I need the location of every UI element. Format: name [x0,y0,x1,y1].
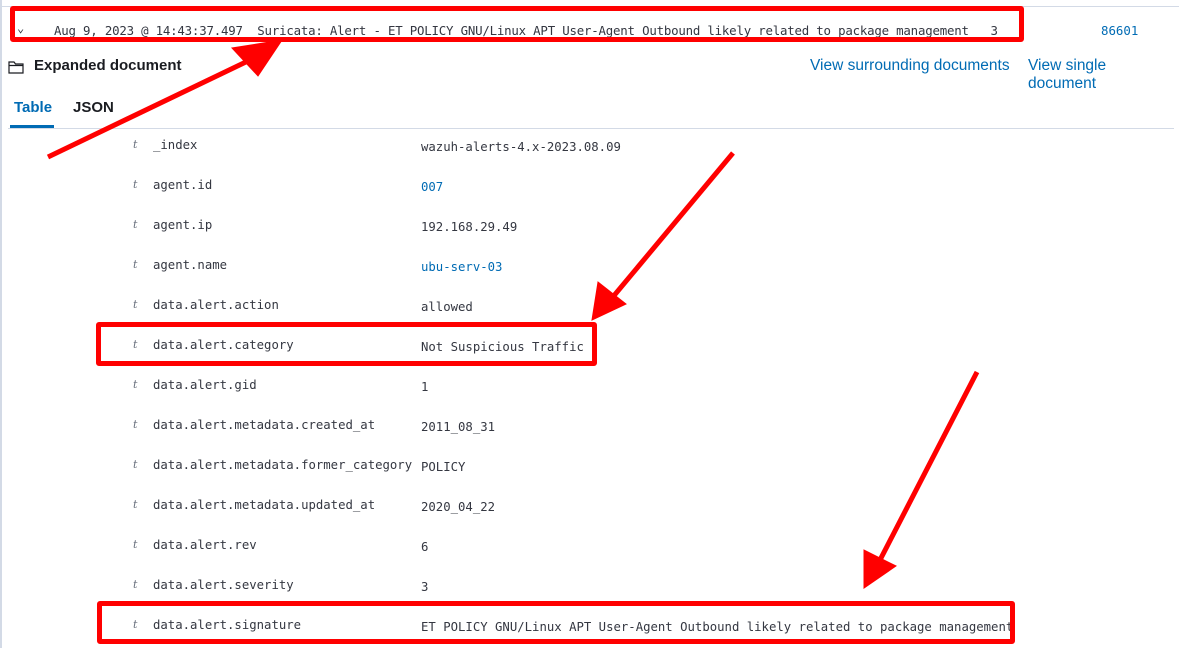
field-name: data.alert.metadata.updated_at [153,498,376,512]
field-type-icon: t [133,338,138,351]
field-type-icon: t [133,298,138,311]
tab-table[interactable]: Table [14,99,52,116]
field-value: 1 [421,380,429,394]
field-type-icon: t [133,618,138,631]
field-type-icon: t [133,458,138,471]
field-value: POLICY [421,460,466,474]
field-row[interactable]: t agent.ip 192.168.29.49 [0,218,1179,258]
document-description: Suricata: Alert - ET POLICY GNU/Linux AP… [257,23,969,38]
active-tab-indicator [10,125,54,128]
field-name: agent.id [153,178,213,192]
field-row[interactable]: t data.alert.metadata.created_at 2011_08_3… [0,418,1179,458]
view-surrounding-documents-link[interactable]: View surrounding documents [810,57,1010,75]
field-type-icon: t [133,258,138,271]
field-value[interactable]: ubu-serv-03 [421,260,502,274]
field-type-icon: t [133,218,138,231]
document-level: 3 [990,23,998,38]
rule-id-link[interactable]: 86601 [1101,23,1138,38]
field-name: data.alert.category [153,338,294,352]
field-row[interactable]: t agent.id 007 [0,178,1179,218]
field-name: data.alert.metadata.created_at [153,418,376,432]
field-type-icon: t [133,498,138,511]
field-name: agent.name [153,258,228,272]
view-single-document-link[interactable]: View single document [1028,57,1178,93]
field-row[interactable]: t data.alert.severity 3 [0,578,1179,618]
field-name: data.alert.rev [153,538,257,552]
field-name: data.alert.gid [153,378,257,392]
folder-icon [8,61,24,74]
field-row[interactable]: t data.alert.signature ET POLICY GNU/Linux… [0,618,1179,658]
document-timestamp: Aug 9, 2023 @ 14:43:37.497 [54,23,243,38]
field-row[interactable]: t data.alert.metadata.former_category POLI… [0,458,1179,498]
field-name: agent.ip [153,218,213,232]
field-type-icon: t [133,138,138,151]
field-value: Not Suspicious Traffic [421,340,584,354]
field-value: 2011_08_31 [421,420,496,434]
field-type-icon: t [133,378,138,391]
field-row[interactable]: t data.alert.metadata.updated_at 2020_04_2… [0,498,1179,538]
field-row[interactable]: t data.alert.rev 6 [0,538,1179,578]
field-type-icon: t [133,578,138,591]
expanded-document-title: Expanded document [34,57,182,74]
field-row[interactable]: t data.alert.category Not Suspicious Traff… [0,338,1179,378]
field-row[interactable]: t data.alert.action allowed [0,298,1179,338]
field-value: 6 [421,540,429,554]
expanded-document-header: Expanded document View surrounding docum… [8,57,1178,92]
field-value: 192.168.29.49 [421,220,518,234]
field-value: allowed [421,300,473,314]
field-name: data.alert.severity [153,578,294,592]
document-view-tabs: Table JSON [8,96,1174,129]
field-row[interactable]: t _index wazuh-alerts-4.x-2023.08.09 [0,138,1179,178]
field-value: wazuh-alerts-4.x-2023.08.09 [421,140,621,154]
field-name: data.alert.signature [153,618,302,632]
document-summary: Aug 9, 2023 @ 14:43:37.497 Suricata: Ale… [54,23,998,38]
field-value: 3 [421,580,429,594]
field-name: _index [153,138,198,152]
field-value[interactable]: 007 [421,180,443,194]
field-row[interactable]: t data.alert.gid 1 [0,378,1179,418]
tab-json[interactable]: JSON [73,99,114,116]
field-value: ET POLICY GNU/Linux APT User-Agent Outbo… [421,620,1014,634]
field-type-icon: t [133,178,138,191]
field-type-icon: t [133,538,138,551]
field-value: 2020_04_22 [421,500,496,514]
field-row[interactable]: t agent.name ubu-serv-03 [0,258,1179,298]
document-row[interactable]: ⌄ Aug 9, 2023 @ 14:43:37.497 Suricata: A… [0,7,1179,41]
field-type-icon: t [133,418,138,431]
field-name: data.alert.metadata.former_category [153,458,413,472]
field-name: data.alert.action [153,298,279,312]
chevron-down-icon[interactable]: ⌄ [17,21,24,35]
